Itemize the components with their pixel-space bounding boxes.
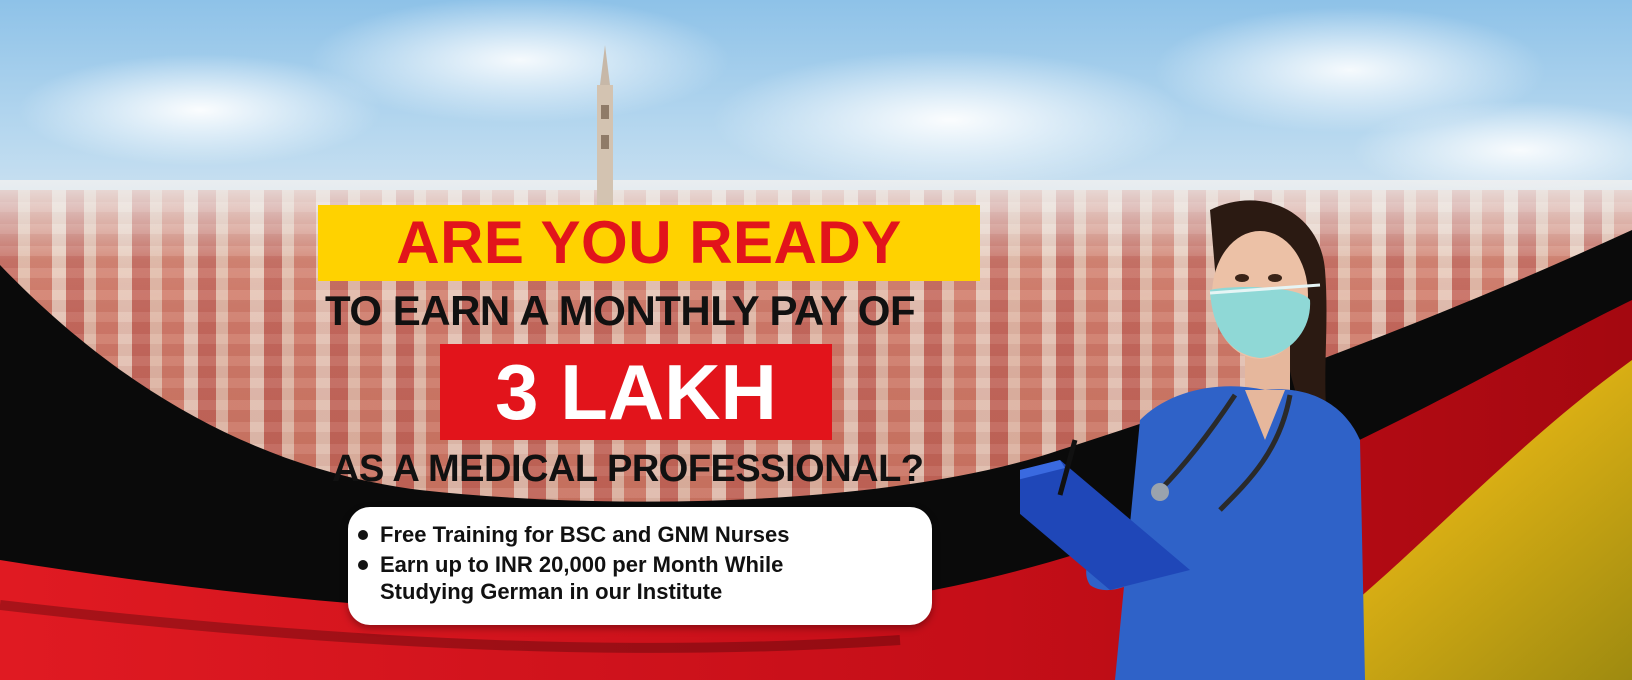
headline-line-4: AS A MEDICAL PROFESSIONAL? — [332, 448, 924, 490]
bullet-dot — [358, 560, 368, 570]
benefit-item-2-line-2: Studying German in our Institute — [380, 579, 723, 604]
headline-line-1: ARE YOU READY — [396, 209, 902, 276]
promo-banner: ARE YOU READY TO EARN A MONTHLY PAY OF 3… — [0, 0, 1632, 680]
headline-line-2: TO EARN A MONTHLY PAY OF — [325, 287, 916, 334]
benefit-item-2-line-1: Earn up to INR 20,000 per Month While — [380, 552, 784, 577]
headline-amount: 3 LAKH — [495, 348, 777, 436]
benefit-item-1: Free Training for BSC and GNM Nurses — [380, 522, 790, 547]
benefits-card: Free Training for BSC and GNM Nurses Ear… — [348, 507, 932, 625]
nurse-image — [1020, 200, 1365, 680]
bullet-dot — [358, 530, 368, 540]
